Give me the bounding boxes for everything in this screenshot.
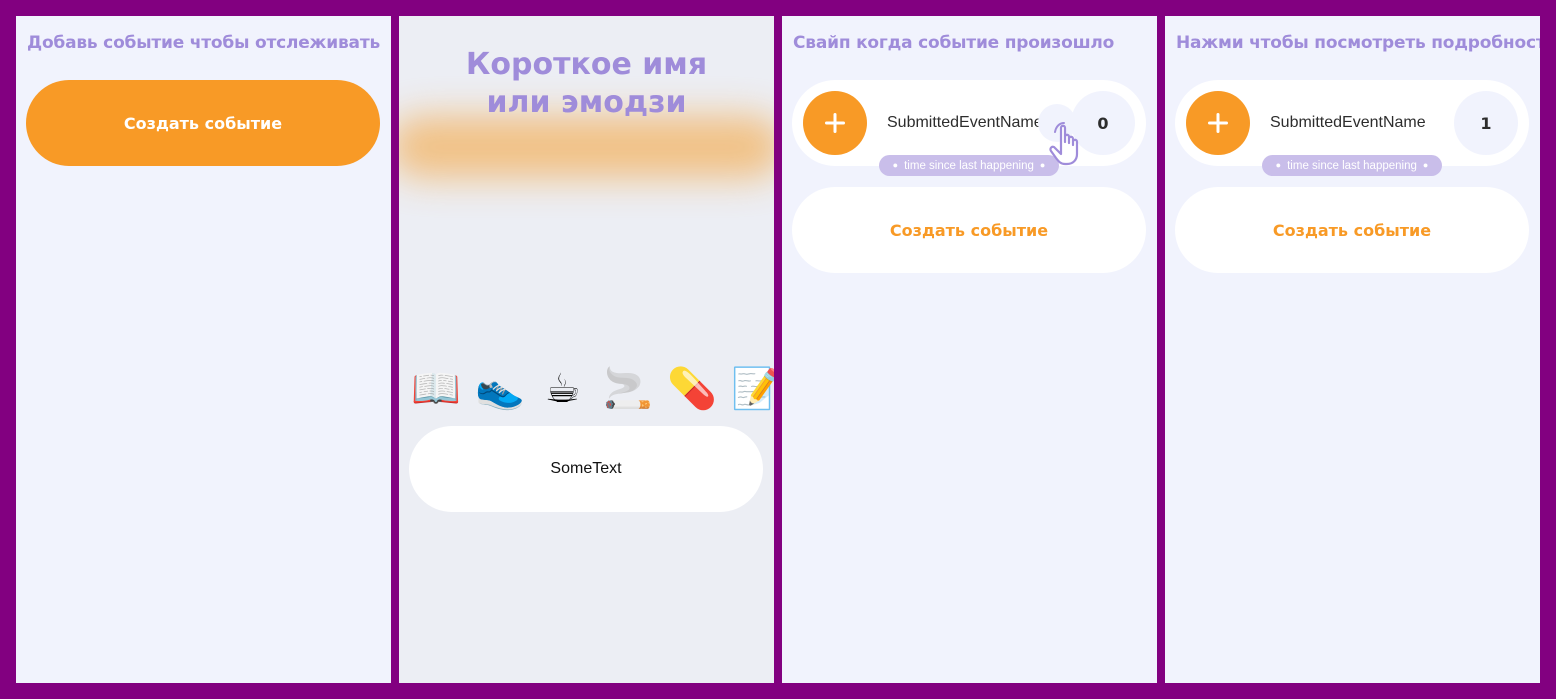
increment-button[interactable] [1186,91,1250,155]
title-line-1: Короткое имя [465,47,708,82]
decorative-glow [399,116,774,178]
event-card[interactable]: SubmittedEventName 1 [1175,80,1529,166]
empty-state-screen: Добавь событие чтобы отслеживать Создать… [16,16,391,683]
emoji-book[interactable]: 📖 [411,362,461,416]
emoji-sneaker[interactable]: 👟 [475,362,525,416]
create-event-button[interactable]: Создать событие [792,187,1146,273]
name-prompt-title: Короткое имя или эмодзи [399,46,774,122]
new-event-screen: Короткое имя или эмодзи 📖 👟 ☕ 🚬 💊 📝 Some… [399,16,774,683]
plus-icon [1208,113,1228,133]
emoji-memo[interactable]: 📝 [731,362,774,416]
increment-button[interactable] [803,91,867,155]
emoji-picker: 📖 👟 ☕ 🚬 💊 📝 [411,362,774,416]
time-since-label: time since last happening [1287,159,1417,172]
emoji-pill[interactable]: 💊 [667,362,717,416]
emoji-cigarette[interactable]: 🚬 [603,362,653,416]
event-counter[interactable]: 1 [1454,91,1518,155]
swipe-hand-icon [1049,122,1079,166]
time-since-badge: ● time since last happening ● [1262,155,1442,176]
event-card[interactable]: SubmittedEventName 0 [792,80,1146,166]
title-line-2: или эмодзи [486,85,687,120]
hint-text: Добавь событие чтобы отслеживать [27,33,381,53]
event-name: SubmittedEventName [1270,114,1426,131]
time-since-badge: ● time since last happening ● [879,155,1059,176]
swipe-tutorial-screen: Свайп когда событие произошло SubmittedE… [782,16,1157,683]
hint-text: Свайп когда событие произошло [793,33,1115,53]
time-since-label: time since last happening [904,159,1034,172]
details-tutorial-screen: Нажми чтобы посмотреть подробности Submi… [1165,16,1540,683]
event-name-input[interactable]: SomeText [409,426,763,512]
create-event-button[interactable]: Создать событие [1175,187,1529,273]
create-event-button[interactable]: Создать событие [26,80,380,166]
emoji-coffee[interactable]: ☕ [539,362,586,416]
hint-text: Нажми чтобы посмотреть подробности [1176,33,1540,53]
event-name: SubmittedEventName [887,114,1043,131]
plus-icon [825,113,845,133]
badge-dot: ● [1422,160,1429,170]
badge-dot: ● [1275,160,1282,170]
badge-dot: ● [892,160,899,170]
